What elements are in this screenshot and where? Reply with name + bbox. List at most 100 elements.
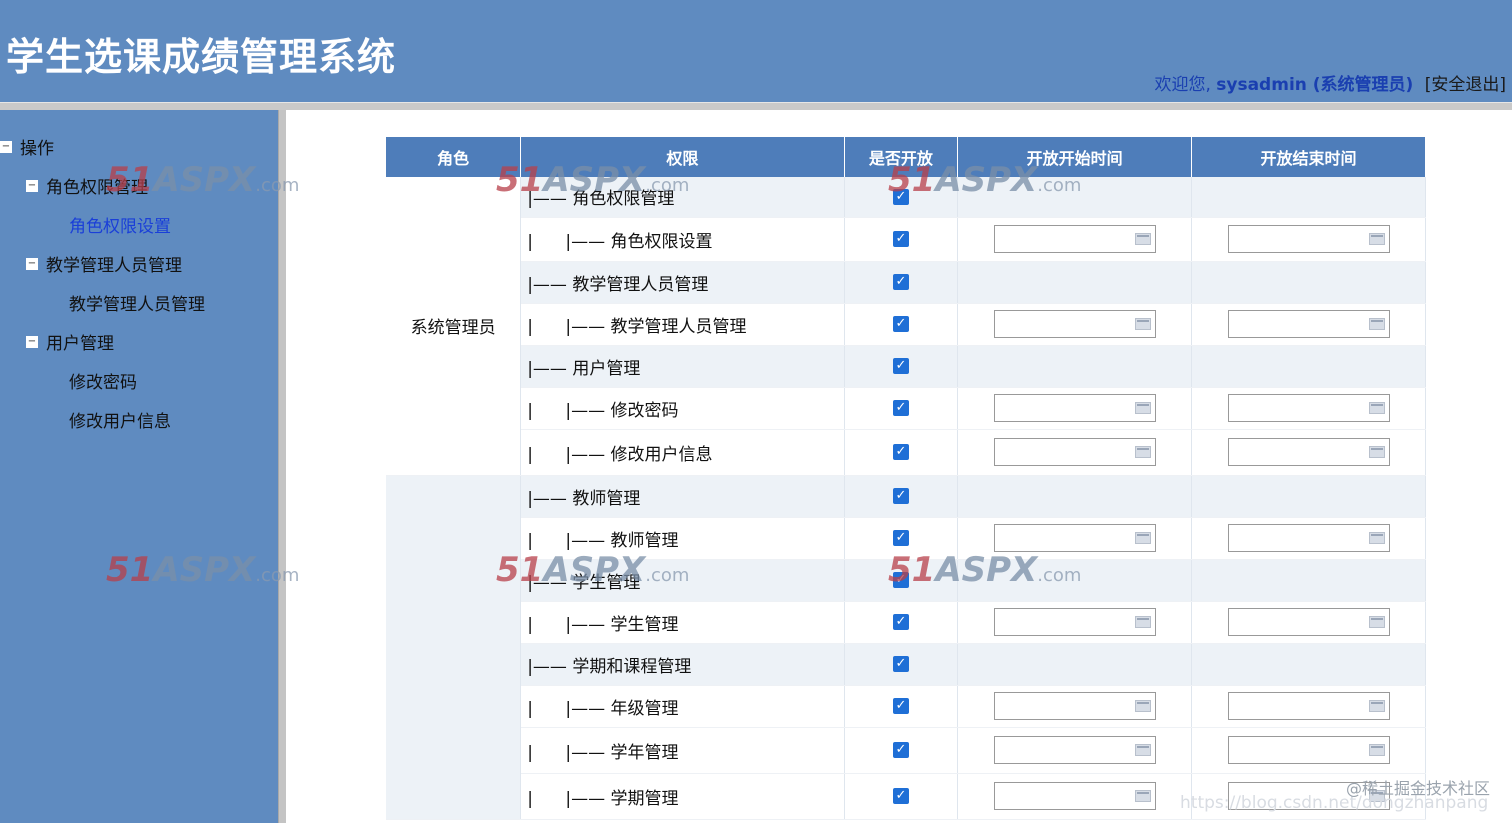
start-time-cell — [957, 601, 1193, 644]
permission-cell: |—— 用户管理 — [520, 345, 845, 388]
permission-label: 学期和课程管理 — [572, 656, 692, 677]
calendar-icon[interactable] — [1134, 700, 1151, 712]
start-time-input[interactable] — [993, 608, 1156, 636]
permission-cell: | |—— 角色权限设置 — [520, 217, 845, 262]
calendar-icon[interactable] — [1368, 402, 1385, 414]
calendar-icon[interactable] — [1368, 318, 1385, 330]
collapse-icon[interactable]: − — [26, 180, 38, 192]
end-time-input[interactable] — [1227, 736, 1390, 764]
enabled-checkbox[interactable]: ✓ — [892, 530, 909, 546]
end-time-input[interactable] — [1227, 608, 1390, 636]
end-time-cell — [1191, 643, 1426, 686]
table-header-row: 角色 权限 是否开放 开放开始时间 开放结束时间 — [386, 137, 1426, 177]
header-bar: 学生选课成绩管理系统 欢迎您, sysadmin (系统管理员) [安全退出] — [0, 0, 1512, 102]
start-time-input[interactable] — [993, 394, 1156, 422]
enabled-cell: ✓ — [844, 559, 959, 602]
enabled-checkbox[interactable]: ✓ — [892, 444, 909, 460]
tree-group-staff[interactable]: − 教学管理人员管理 — [26, 251, 182, 276]
tree-item-edit-user-info[interactable]: 修改用户信息 — [69, 407, 171, 432]
table-row: |—— 用户管理 ✓ — [386, 345, 1426, 388]
enabled-checkbox[interactable]: ✓ — [892, 400, 909, 416]
enabled-checkbox[interactable]: ✓ — [892, 656, 909, 672]
enabled-cell: ✓ — [844, 261, 959, 304]
calendar-icon[interactable] — [1134, 532, 1151, 544]
start-time-cell — [957, 217, 1193, 262]
tree-item-staff[interactable]: 教学管理人员管理 — [69, 290, 205, 315]
calendar-icon[interactable] — [1134, 318, 1151, 330]
tree-item-role-perm-setting[interactable]: 角色权限设置 — [69, 212, 171, 237]
end-time-cell — [1191, 177, 1426, 218]
calendar-icon[interactable] — [1134, 233, 1151, 245]
enabled-checkbox[interactable]: ✓ — [892, 188, 909, 205]
start-time-input[interactable] — [993, 736, 1156, 764]
enabled-checkbox[interactable]: ✓ — [892, 788, 909, 804]
end-time-input[interactable] — [1227, 438, 1390, 466]
start-time-input[interactable] — [993, 524, 1156, 552]
tree-root[interactable]: − 操作 — [0, 134, 54, 159]
end-time-input[interactable] — [1227, 225, 1390, 253]
calendar-icon[interactable] — [1368, 744, 1385, 756]
permission-label: 用户管理 — [572, 358, 641, 379]
app-title: 学生选课成绩管理系统 — [6, 35, 397, 79]
enabled-checkbox[interactable]: ✓ — [892, 488, 909, 504]
collapse-icon[interactable]: − — [26, 258, 38, 270]
tree-connector: |—— — [527, 358, 573, 379]
enabled-checkbox[interactable]: ✓ — [892, 698, 909, 714]
tree-connector: | |—— — [527, 316, 611, 337]
tree-group-user[interactable]: − 用户管理 — [26, 329, 114, 354]
tree-item-change-password[interactable]: 修改密码 — [69, 368, 137, 393]
enabled-checkbox[interactable]: ✓ — [892, 316, 909, 332]
calendar-icon[interactable] — [1134, 744, 1151, 756]
enabled-checkbox[interactable]: ✓ — [892, 614, 909, 630]
logout-link[interactable]: [安全退出] — [1425, 75, 1506, 95]
user-bar: 欢迎您, sysadmin (系统管理员) [安全退出] — [1154, 70, 1506, 95]
permission-label: 修改用户信息 — [610, 444, 713, 465]
table-row: | |—— 修改密码 ✓ — [386, 387, 1426, 430]
permission-cell: |—— 教学管理人员管理 — [520, 261, 845, 304]
start-time-input[interactable] — [993, 310, 1156, 338]
start-time-input[interactable] — [993, 782, 1156, 810]
enabled-checkbox[interactable]: ✓ — [892, 274, 909, 290]
enabled-cell: ✓ — [844, 429, 959, 476]
end-time-cell — [1191, 559, 1426, 602]
table-row: |—— 学生管理 ✓ — [386, 559, 1426, 602]
calendar-icon[interactable] — [1134, 402, 1151, 414]
end-time-cell — [1191, 601, 1426, 644]
end-time-input[interactable] — [1227, 394, 1390, 422]
enabled-checkbox[interactable]: ✓ — [892, 572, 909, 588]
enabled-checkbox[interactable]: ✓ — [892, 231, 909, 247]
calendar-icon[interactable] — [1368, 233, 1385, 245]
end-time-input[interactable] — [1227, 310, 1390, 338]
tree-connector: | |—— — [527, 698, 611, 719]
calendar-icon[interactable] — [1134, 446, 1151, 458]
end-time-input[interactable] — [1227, 692, 1390, 720]
start-time-cell — [957, 261, 1193, 304]
start-time-input[interactable] — [993, 438, 1156, 466]
calendar-icon[interactable] — [1368, 700, 1385, 712]
tree-connector: |—— — [527, 656, 573, 677]
end-time-input[interactable] — [1227, 524, 1390, 552]
end-time-cell — [1191, 387, 1426, 430]
tree-group-label: 教学管理人员管理 — [46, 256, 182, 276]
table-row: | |—— 年级管理 ✓ — [386, 685, 1426, 728]
calendar-icon[interactable] — [1368, 616, 1385, 628]
enabled-checkbox[interactable]: ✓ — [892, 358, 909, 374]
start-time-input[interactable] — [993, 692, 1156, 720]
enabled-checkbox[interactable]: ✓ — [892, 742, 909, 758]
calendar-icon[interactable] — [1368, 446, 1385, 458]
tree-connector: | |—— — [527, 530, 611, 551]
end-time-cell — [1191, 475, 1426, 518]
enabled-cell: ✓ — [844, 475, 959, 518]
permission-cell: | |—— 年级管理 — [520, 685, 845, 728]
calendar-icon[interactable] — [1134, 616, 1151, 628]
end-time-cell — [1191, 261, 1426, 304]
tree-connector: | |—— — [527, 231, 611, 252]
col-header-role: 角色 — [386, 137, 522, 177]
collapse-icon[interactable]: − — [0, 141, 12, 153]
start-time-input[interactable] — [993, 225, 1156, 253]
calendar-icon[interactable] — [1134, 790, 1151, 802]
tree-group-role-perm[interactable]: − 角色权限管理 — [26, 173, 148, 198]
enabled-cell: ✓ — [844, 517, 959, 560]
calendar-icon[interactable] — [1368, 532, 1385, 544]
collapse-icon[interactable]: − — [26, 336, 38, 348]
